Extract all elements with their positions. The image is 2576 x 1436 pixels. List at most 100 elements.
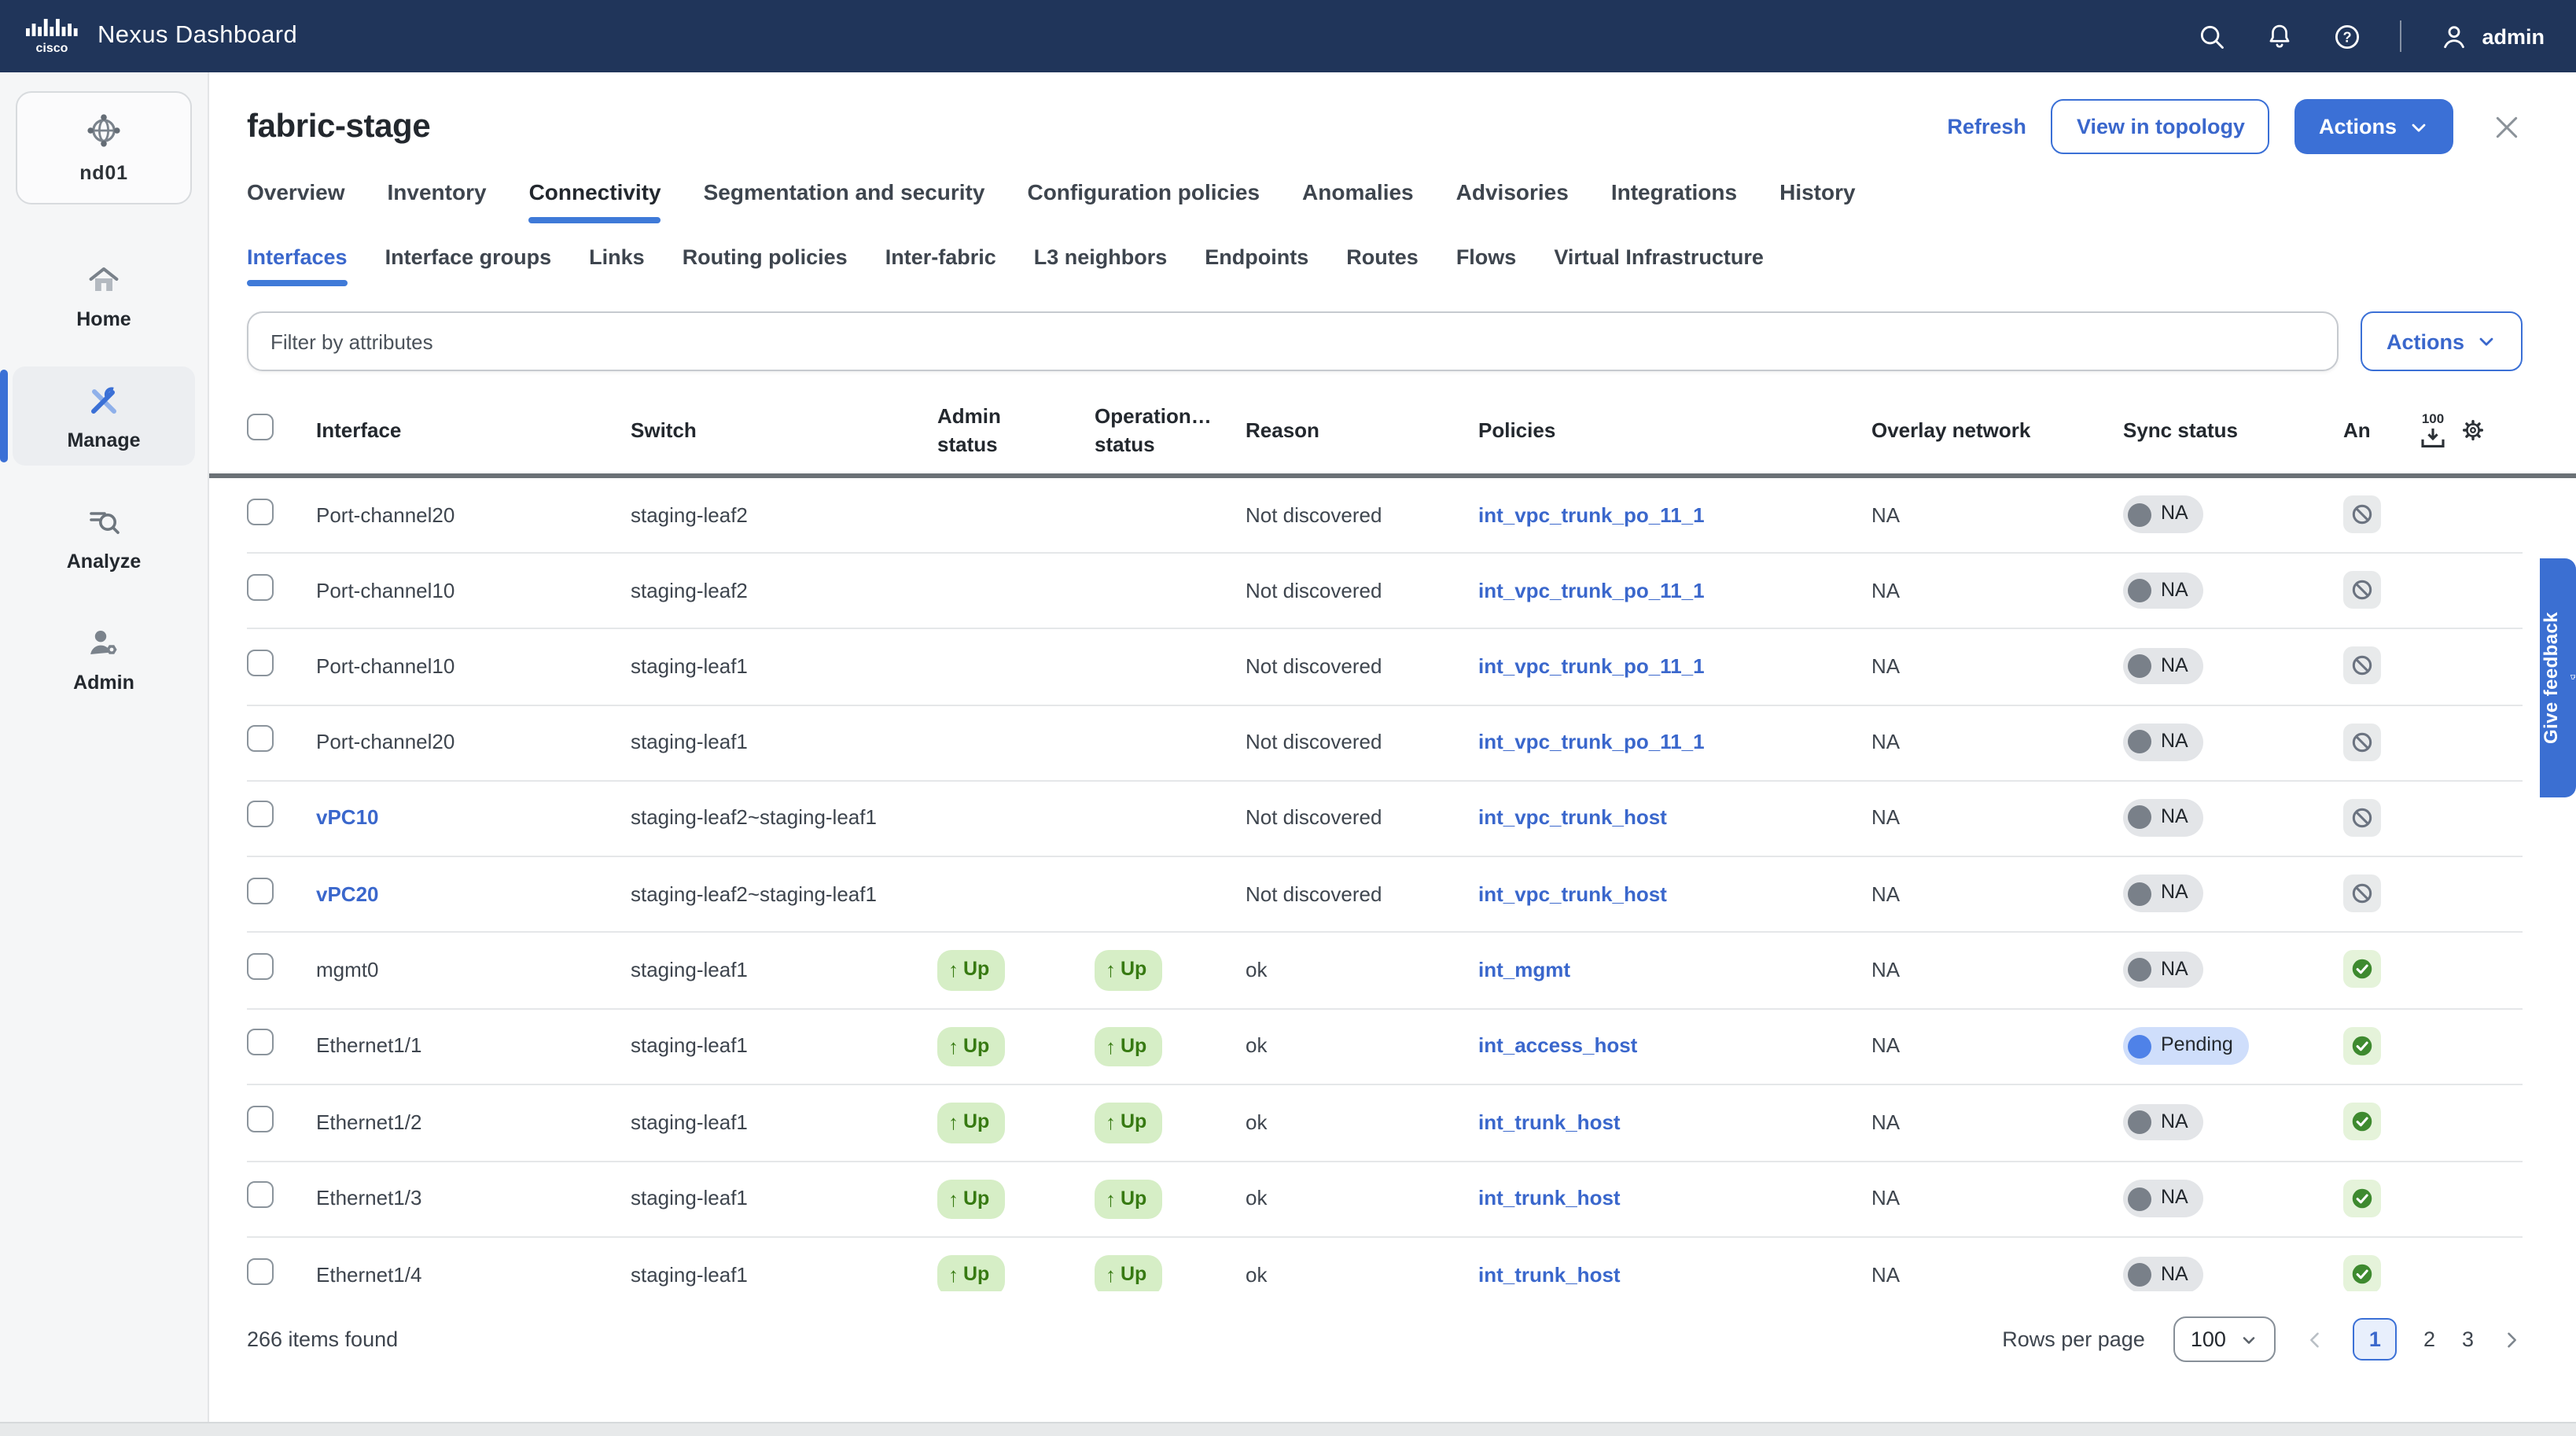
row-checkbox[interactable] [247,574,274,601]
policy-link[interactable]: int_access_host [1478,1034,1637,1058]
tab-history[interactable]: History [1779,179,1855,223]
rows-per-page-select[interactable]: 100 [2173,1316,2276,1362]
policy-link[interactable]: int_vpc_trunk_host [1478,882,1667,905]
sidebar-item-analyze[interactable]: Analyze [13,488,195,587]
column-header-reason[interactable]: Reason [1246,417,1478,444]
interface-name: Port-channel20 [316,503,454,526]
view-in-topology-button[interactable]: View in topology [2052,99,2270,154]
subtab-virtual-infrastructure[interactable]: Virtual Infrastructure [1554,245,1764,286]
bottom-scrollbar-strip[interactable] [0,1422,2576,1436]
row-checkbox[interactable] [247,877,274,904]
subtab-interfaces[interactable]: Interfaces [247,245,348,286]
anomaly-cell [2343,705,2416,779]
interface-name[interactable]: vPC20 [316,882,379,905]
anomaly-status-icon [2343,1027,2381,1065]
column-header-admin-status[interactable]: Admin status [937,403,1035,458]
subtab-links[interactable]: Links [589,245,645,286]
subtab-inter-fabric[interactable]: Inter-fabric [885,245,996,286]
anomaly-cell [2343,857,2416,931]
tab-connectivity[interactable]: Connectivity [529,179,661,223]
previous-page-icon[interactable] [2305,1328,2327,1350]
column-header-policies[interactable]: Policies [1478,417,1871,444]
reason-cell: Not discovered [1246,560,1478,623]
tab-advisories[interactable]: Advisories [1456,179,1569,223]
give-feedback-button[interactable]: Give feedback [2540,558,2576,797]
subtab-routes[interactable]: Routes [1346,245,1419,286]
search-icon[interactable] [2197,21,2227,51]
page-button-3[interactable]: 3 [2462,1327,2474,1351]
table-actions-button[interactable]: Actions [2361,311,2523,371]
policy-link[interactable]: int_vpc_trunk_po_11_1 [1478,654,1705,678]
user-menu[interactable]: admin [2439,21,2545,51]
table-settings-gear-icon[interactable] [2460,418,2486,444]
sidebar-item-admin[interactable]: Admin [13,609,195,708]
sidebar-item-home[interactable]: Home [13,245,195,344]
column-header-anomaly[interactable]: An [2343,417,2416,444]
policy-link[interactable]: int_vpc_trunk_host [1478,806,1667,830]
close-icon[interactable] [2491,111,2523,142]
interface-name[interactable]: vPC10 [316,806,379,830]
page-actions-label: Actions [2319,115,2397,138]
filter-input[interactable] [247,311,2339,371]
help-icon[interactable]: ? [2332,21,2362,51]
operation-status-cell: ↑Up [1095,933,1246,1007]
select-all-checkbox[interactable] [247,413,274,440]
tab-anomalies[interactable]: Anomalies [1302,179,1414,223]
page-actions-button[interactable]: Actions [2295,99,2453,154]
policy-link[interactable]: int_vpc_trunk_po_11_1 [1478,503,1705,526]
page-header: fabric-stage Refresh View in topology Ac… [209,99,2576,154]
row-checkbox[interactable] [247,953,274,980]
tab-inventory[interactable]: Inventory [388,179,487,223]
anomaly-status-icon [2343,572,2381,609]
notifications-bell-icon[interactable] [2265,21,2294,51]
policy-link[interactable]: int_mgmt [1478,958,1570,981]
row-checkbox[interactable] [247,1106,274,1132]
row-checkbox[interactable] [247,801,274,828]
refresh-button[interactable]: Refresh [1947,115,2026,138]
anomaly-cell [2343,1010,2416,1084]
column-header-operation-status[interactable]: Operation… status [1095,403,1220,458]
policy-link[interactable]: int_vpc_trunk_po_11_1 [1478,579,1705,602]
operation-status-badge: ↑Up [1095,1026,1162,1066]
next-page-icon[interactable] [2501,1328,2523,1350]
row-checkbox[interactable] [247,1029,274,1056]
subtab-routing-policies[interactable]: Routing policies [683,245,848,286]
column-header-sync-status[interactable]: Sync status [2123,417,2343,444]
column-header-overlay-network[interactable]: Overlay network [1871,417,2123,444]
arrow-up-icon: ↑ [1106,1189,1116,1210]
policy-link[interactable]: int_trunk_host [1478,1110,1621,1134]
policy-link[interactable]: int_trunk_host [1478,1263,1621,1287]
policy-link[interactable]: int_trunk_host [1478,1187,1621,1210]
interface-cell: Port-channel20 [316,711,631,774]
sync-status-cell: NA [2123,1163,2343,1236]
policy-link[interactable]: int_vpc_trunk_po_11_1 [1478,730,1705,753]
tab-integrations[interactable]: Integrations [1611,179,1737,223]
tab-overview[interactable]: Overview [247,179,345,223]
tab-bar: Overview Inventory Connectivity Segmenta… [209,179,2576,223]
overlay-network-cell: NA [1871,635,2123,698]
anomaly-status-icon [2343,647,2381,685]
subtab-endpoints[interactable]: Endpoints [1205,245,1308,286]
column-header-interface[interactable]: Interface [316,417,631,444]
subtab-flows[interactable]: Flows [1456,245,1517,286]
page-button-1[interactable]: 1 [2353,1318,2397,1361]
tab-configuration-policies[interactable]: Configuration policies [1027,179,1260,223]
page-button-2[interactable]: 2 [2423,1327,2435,1351]
row-checkbox[interactable] [247,1258,274,1285]
cluster-selector[interactable]: nd01 [16,91,192,204]
reason-cell: Not discovered [1246,863,1478,926]
row-checkbox[interactable] [247,725,274,752]
subtab-l3-neighbors[interactable]: L3 neighbors [1034,245,1168,286]
row-checkbox[interactable] [247,650,274,676]
tab-segmentation-and-security[interactable]: Segmentation and security [704,179,985,223]
export-rows-icon[interactable]: 100 [2416,413,2450,448]
subtab-interface-groups[interactable]: Interface groups [385,245,552,286]
row-checkbox[interactable] [247,498,274,525]
pagination: 1 2 3 [2305,1318,2523,1361]
switch-cell: staging-leaf1 [631,939,937,1002]
status-dot-icon [2128,579,2151,602]
sync-status-cell: NA [2123,1239,2343,1292]
sidebar-item-manage[interactable]: Manage [13,366,195,466]
row-checkbox[interactable] [247,1182,274,1209]
column-header-switch[interactable]: Switch [631,417,937,444]
